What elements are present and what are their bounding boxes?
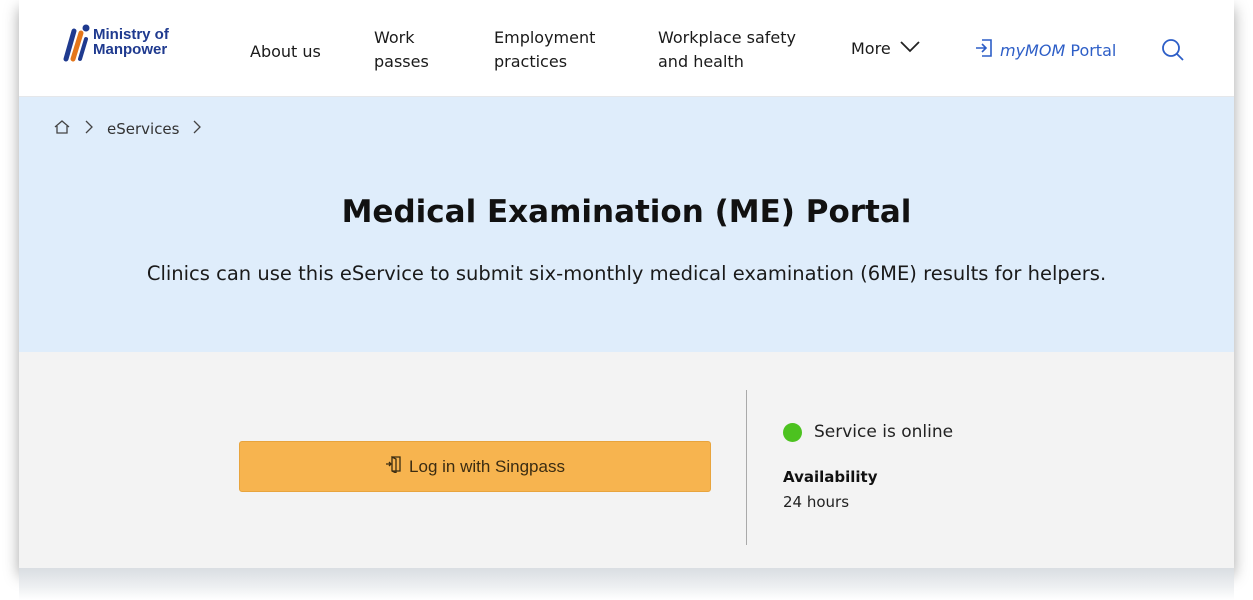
search-icon[interactable]	[1161, 38, 1185, 66]
service-status: Service is online	[783, 422, 953, 442]
nav-work-passes[interactable]: Work passes	[374, 26, 429, 74]
nav-employment-line-2: practices	[494, 52, 568, 71]
nav-work-passes-line-1: Work	[374, 28, 415, 47]
portal-label: Portal	[1070, 40, 1117, 60]
status-online-dot	[783, 422, 802, 442]
nav-about-us[interactable]: About us	[250, 40, 321, 64]
portal-link-text: myMOM Portal	[1000, 41, 1116, 60]
nav-more-dropdown[interactable]: More	[851, 37, 921, 61]
singpass-login-button[interactable]: Log in with Singpass	[239, 441, 711, 492]
mymom-portal-link[interactable]: myMOM Portal	[974, 38, 1116, 62]
service-panel: Log in with Singpass Service is online A…	[19, 352, 1234, 568]
availability-value: 24 hours	[783, 493, 850, 511]
page-description: Clinics can use this eService to submit …	[146, 262, 1107, 285]
browser-frame: Ministry of Manpower About us Work passe…	[19, 0, 1234, 568]
home-icon[interactable]	[53, 119, 71, 139]
mom-logo-icon	[62, 21, 90, 63]
hero-banner: eServices Medical Examination (ME) Porta…	[19, 97, 1234, 352]
breadcrumb-eservices[interactable]: eServices	[107, 120, 179, 138]
nav-employment-practices[interactable]: Employment practices	[494, 26, 595, 74]
availability-label: Availability	[783, 468, 878, 486]
nav-more-label: More	[851, 39, 891, 58]
portal-brand: myMOM	[1000, 40, 1066, 60]
nav-workplace-safety-line-2: and health	[658, 52, 744, 71]
frame-bottom-shadow	[19, 568, 1234, 600]
panel-divider	[746, 390, 747, 545]
chevron-right-icon	[193, 120, 202, 138]
logo-text: Ministry of Manpower	[93, 27, 169, 57]
logo-line-1: Ministry of	[93, 26, 169, 43]
logo-line-2: Manpower	[93, 41, 168, 58]
mom-logo[interactable]: Ministry of Manpower	[62, 21, 169, 63]
nav-about-us-label: About us	[250, 42, 321, 61]
nav-employment-line-1: Employment	[494, 28, 596, 47]
login-button-label: Log in with Singpass	[409, 456, 565, 476]
singpass-door-icon	[385, 455, 403, 478]
nav-workplace-safety[interactable]: Workplace safety and health	[658, 26, 796, 74]
site-header: Ministry of Manpower About us Work passe…	[19, 0, 1234, 97]
nav-work-passes-line-2: passes	[374, 52, 429, 71]
login-arrow-icon	[974, 38, 994, 62]
breadcrumb: eServices	[53, 119, 215, 139]
chevron-down-icon	[899, 37, 921, 61]
status-text: Service is online	[814, 422, 954, 442]
nav-workplace-safety-line-1: Workplace safety	[658, 28, 797, 47]
page-title: Medical Examination (ME) Portal	[341, 194, 912, 230]
chevron-right-icon	[85, 120, 93, 138]
